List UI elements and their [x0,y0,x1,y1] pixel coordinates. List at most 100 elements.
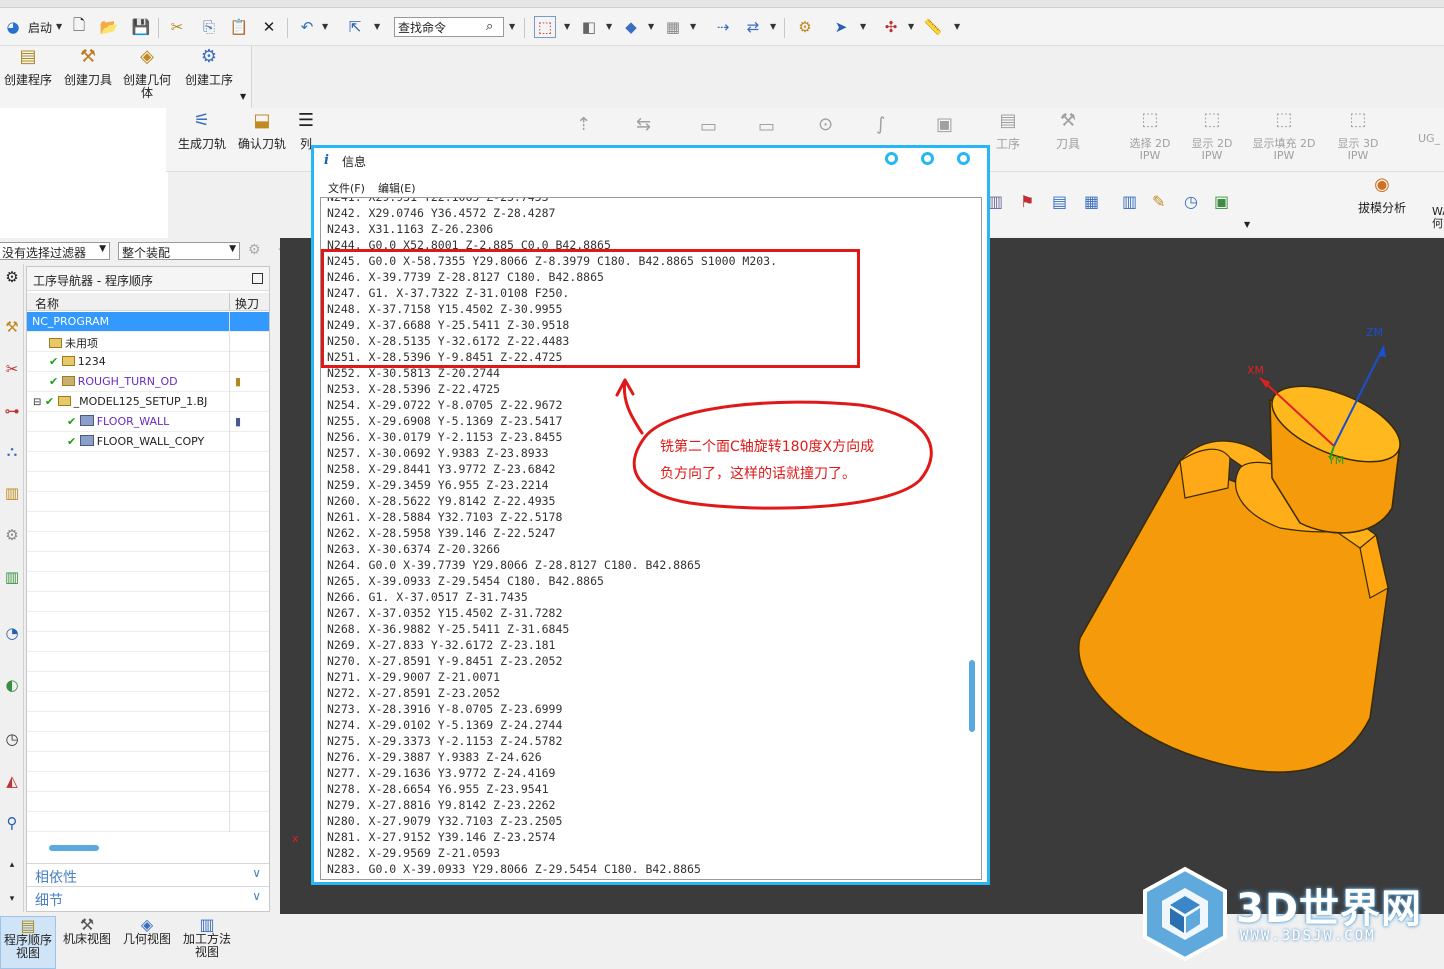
dependencies-panel-header[interactable]: 相依性 ∨ [27,863,269,886]
selection-filter-select[interactable]: 没有选择过滤器 ▼ [0,242,110,260]
toolpath-edit-icon[interactable]: ⇡ [576,114,591,135]
constraint-navigator-icon[interactable]: ▥ [2,484,22,506]
delete-icon[interactable]: ✕ [258,16,280,38]
create-tool-button[interactable]: ⚒ 创建刀具 [60,46,116,87]
assembly-navigator-icon[interactable]: ⛬ [2,442,22,464]
nav-row-nc-program[interactable]: NC_PROGRAM [27,312,269,332]
fit-view-icon[interactable]: ⬚ [534,16,556,38]
snap-icon[interactable]: ⚙ [794,16,816,38]
move-view-icon[interactable]: ⇢ [712,16,734,38]
assembly-scope-select[interactable]: 整个装配 ▼ [118,242,240,260]
show-3d-ipw-button[interactable]: ⬚ 显示 3D IPW [1330,110,1386,162]
machine-tool-navigator-icon[interactable]: ✂ [2,360,22,382]
operation-navigator-icon[interactable]: ⚒ [2,318,22,340]
chevron-down-icon[interactable]: ▼ [509,22,515,31]
report-icon[interactable]: ▣ [1214,192,1229,211]
wa-truncated-label[interactable]: WA 何 [1432,206,1444,230]
clock-icon[interactable]: ◷ [1184,192,1198,211]
create-operation-button[interactable]: ⚙ 创建工序 [180,46,238,87]
chevron-down-icon[interactable]: ▼ [240,92,246,101]
generate-toolpath-button[interactable]: ⚟ 生成刀轨 [174,110,230,151]
collapse-icon[interactable]: ⊟ [33,397,41,408]
details-panel-header[interactable]: 细节 ∨ [27,886,269,909]
web-browser-icon[interactable]: ◔ [2,624,22,646]
frame-icon[interactable]: ▣ [936,114,953,135]
column-tool-change-header[interactable]: 换刀 [235,295,259,312]
nav-row-unused[interactable]: 未用项 [27,332,269,352]
create-geometry-button[interactable]: ◈ 创建几何体 [120,46,174,100]
select-2d-ipw-button[interactable]: ⬚ 选择 2D IPW [1122,110,1178,162]
point-ipw-icon[interactable]: ⊙ [818,114,833,135]
method-view-tab[interactable]: ▥ 加工方法视图 [180,916,234,959]
verify-toolpath-button[interactable]: ⬓ 确认刀轨 [234,110,290,151]
measure-icon[interactable]: 📏 [922,16,944,38]
vertical-scrollbar[interactable] [969,660,975,732]
orient-icon[interactable]: ⇄ [742,16,764,38]
dialog-titlebar[interactable]: i 信息 [314,148,987,174]
chevron-down-icon[interactable]: ▼ [770,22,776,31]
cut-icon[interactable]: ✂ [166,16,188,38]
scroll-up-icon[interactable]: ▴ [2,860,22,882]
open-folder-icon[interactable]: 📂 [98,16,120,38]
chevron-down-icon[interactable]: ▼ [690,22,696,31]
program-order-view-tab[interactable]: ▤ 程序顺序视图 [0,916,56,969]
settings-icon[interactable]: ⚙ [2,268,22,290]
chevron-down-icon[interactable]: ▼ [908,22,914,31]
nav-row-1234[interactable]: ✔ 1234 [27,352,269,372]
history-icon[interactable]: ◐ [2,676,22,698]
role-icon[interactable]: ⚲ [2,814,22,836]
selection-icon[interactable]: ⇱ [344,16,366,38]
flag-icon[interactable]: ⚑ [1020,192,1034,211]
nav-row-floor-wall-copy[interactable]: ✔ FLOOR_WALL_COPY [27,432,269,452]
curve-icon[interactable]: ∫ [876,114,885,135]
machine-view-tab[interactable]: ⚒ 机床视图 [60,916,114,946]
filter-settings-icon[interactable]: ⚙ [248,242,261,258]
paste-icon[interactable]: 📋 [228,16,250,38]
minimize-icon[interactable] [885,152,898,165]
toolpath-animate-icon[interactable]: ⇆ [636,114,651,135]
geometry-view-tab[interactable]: ◈ 几何视图 [120,916,174,946]
chevron-down-icon[interactable]: ▼ [954,22,960,31]
doc-icon[interactable]: ▤ [1052,192,1067,211]
nav-row-model-setup[interactable]: ⊟ ✔ _MODEL125_SETUP_1.BJ [27,392,269,412]
save-icon[interactable]: 💾 [130,16,152,38]
chevron-down-icon[interactable]: ▼ [606,22,612,31]
undo-icon[interactable]: ↶ [296,16,318,38]
background-icon[interactable]: ▦ [662,16,684,38]
chevron-down-icon[interactable]: ▼ [860,22,866,31]
new-file-icon[interactable]: 🗋 [68,16,90,38]
reuse-library-icon[interactable]: ⚙ [2,526,22,548]
ug-truncated-label[interactable]: UG_ [1418,132,1440,145]
show-2d-ipw-button[interactable]: ⬚ 显示 2D IPW [1184,110,1240,162]
chevron-down-icon[interactable]: ▼ [374,22,380,31]
chevron-down-icon[interactable]: ▼ [56,22,62,31]
nav-row-floor-wall[interactable]: ✔ FLOOR_WALL ▮ [27,412,269,432]
create-program-button[interactable]: ▤ 创建程序 [2,46,54,87]
menu-edit[interactable]: 编辑(E) [378,180,416,196]
table-icon[interactable]: ▥ [1122,192,1137,211]
analysis-icon[interactable]: ▥ [988,192,1003,211]
ipw-icon[interactable]: ▭ [700,116,717,137]
search-icon[interactable]: ⌕ [486,19,493,34]
start-menu-label[interactable]: 启动 [28,19,52,36]
copy-icon[interactable]: ⎘ [198,16,220,38]
draft-analysis-button[interactable]: ◉ 拔模分析 [1354,174,1410,215]
horizontal-scrollbar[interactable] [49,845,99,851]
chevron-down-icon[interactable]: ▼ [1244,220,1250,229]
show-fill-2d-ipw-button[interactable]: ⬚ 显示填充 2D IPW [1252,110,1316,162]
menu-file[interactable]: 文件(F) [328,180,365,196]
render-style-icon[interactable]: ◧ [578,16,600,38]
clock-icon[interactable]: ◷ [2,730,22,752]
edit-icon[interactable]: ✎ [1152,192,1165,211]
operation-button[interactable]: ▤ 工序 [988,110,1028,151]
wcs-icon[interactable]: ✣ [880,16,902,38]
chevron-down-icon[interactable]: ▼ [564,22,570,31]
maximize-icon[interactable] [921,152,934,165]
sheet-icon[interactable]: ▦ [1084,192,1099,211]
maximize-icon[interactable] [252,273,263,284]
chevron-down-icon[interactable]: ▼ [648,22,654,31]
part-navigator-icon[interactable]: ⊶ [2,402,22,424]
tool-button[interactable]: ⚒ 刀具 [1048,110,1088,151]
nav-row-rough-turn-od[interactable]: ✔ ROUGH_TURN_OD ▮ [27,372,269,392]
close-icon[interactable] [957,152,970,165]
